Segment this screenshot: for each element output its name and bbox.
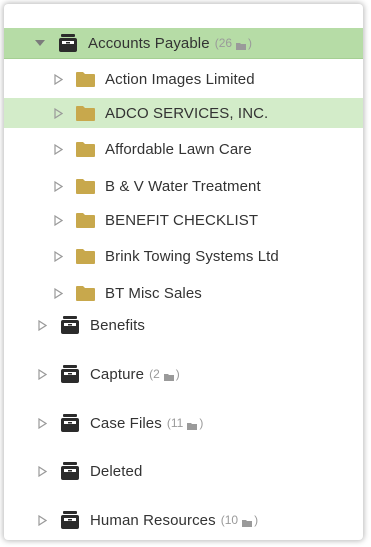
- tree-cabinet-benefits[interactable]: Benefits: [4, 310, 363, 340]
- folder-icon: [76, 248, 95, 264]
- cabinet-icon: [60, 365, 80, 383]
- expand-toggle-icon[interactable]: [34, 37, 46, 49]
- cabinet-icon: [60, 462, 80, 480]
- expand-toggle-icon[interactable]: [52, 287, 64, 299]
- tree-item-label: BENEFIT CHECKLIST: [105, 211, 259, 229]
- folder-icon: [76, 212, 95, 228]
- folder-icon: [76, 285, 95, 301]
- tree-root-accounts-payable[interactable]: Accounts Payable (26 ): [4, 28, 363, 59]
- folder-count-icon: [187, 419, 198, 430]
- tree-item-label: ADCO SERVICES, INC.: [105, 104, 269, 122]
- folder-count-icon: [242, 516, 253, 527]
- item-count: (2 ): [149, 367, 180, 381]
- tree-item-label: B & V Water Treatment: [105, 177, 261, 195]
- cabinet-icon: [60, 511, 80, 529]
- expand-toggle-icon[interactable]: [52, 180, 64, 192]
- tree-item-folder-selected[interactable]: ADCO SERVICES, INC.: [4, 98, 363, 128]
- folder-icon: [76, 178, 95, 194]
- tree-item-label: Deleted: [90, 462, 143, 480]
- expand-toggle-icon[interactable]: [52, 143, 64, 155]
- tree-item-folder[interactable]: BT Misc Sales: [4, 278, 363, 308]
- tree-item-label: Brink Towing Systems Ltd: [105, 247, 279, 265]
- folder-icon: [76, 141, 95, 157]
- tree-cabinet-capture[interactable]: Capture (2 ): [4, 359, 363, 389]
- tree-cabinet-case-files[interactable]: Case Files (11 ): [4, 408, 363, 438]
- item-count: (11 ): [166, 416, 204, 430]
- expand-toggle-icon[interactable]: [36, 417, 48, 429]
- tree-item-label: Human Resources: [90, 511, 216, 529]
- tree-item-folder[interactable]: BENEFIT CHECKLIST: [4, 205, 363, 235]
- item-count: (26 ): [214, 36, 253, 50]
- tree-item-folder[interactable]: Affordable Lawn Care: [4, 134, 363, 164]
- cabinet-icon: [60, 316, 80, 334]
- expand-toggle-icon[interactable]: [36, 465, 48, 477]
- tree-item-folder[interactable]: B & V Water Treatment: [4, 171, 363, 201]
- tree-item-label: Case Files: [90, 414, 162, 432]
- item-count: (10 ): [220, 513, 259, 527]
- tree-item-label: Benefits: [90, 316, 145, 334]
- tree-item-label: Capture: [90, 365, 145, 383]
- tree-item-label: Accounts Payable: [88, 34, 210, 52]
- tree-item-label: Affordable Lawn Care: [105, 140, 252, 158]
- cabinet-icon: [60, 414, 80, 432]
- expand-toggle-icon[interactable]: [52, 250, 64, 262]
- expand-toggle-icon[interactable]: [36, 514, 48, 526]
- expand-toggle-icon[interactable]: [52, 107, 64, 119]
- expand-toggle-icon[interactable]: [52, 73, 64, 85]
- folder-icon: [76, 71, 95, 87]
- tree-cabinet-human-resources[interactable]: Human Resources (10 ): [4, 505, 363, 535]
- folder-count-icon: [163, 370, 174, 381]
- tree-item-folder[interactable]: Brink Towing Systems Ltd: [4, 241, 363, 271]
- tree-cabinet-deleted[interactable]: Deleted: [4, 456, 363, 486]
- tree-item-folder[interactable]: Action Images Limited: [4, 64, 363, 94]
- expand-toggle-icon[interactable]: [52, 214, 64, 226]
- expand-toggle-icon[interactable]: [36, 319, 48, 331]
- expand-toggle-icon[interactable]: [36, 368, 48, 380]
- tree-item-label: BT Misc Sales: [105, 284, 202, 302]
- tree-item-label: Action Images Limited: [105, 70, 255, 88]
- folder-tree-panel: Accounts Payable (26 ) Action Images Lim…: [4, 4, 363, 540]
- cabinet-icon: [58, 34, 78, 52]
- folder-count-icon: [236, 39, 247, 50]
- folder-icon: [76, 105, 95, 121]
